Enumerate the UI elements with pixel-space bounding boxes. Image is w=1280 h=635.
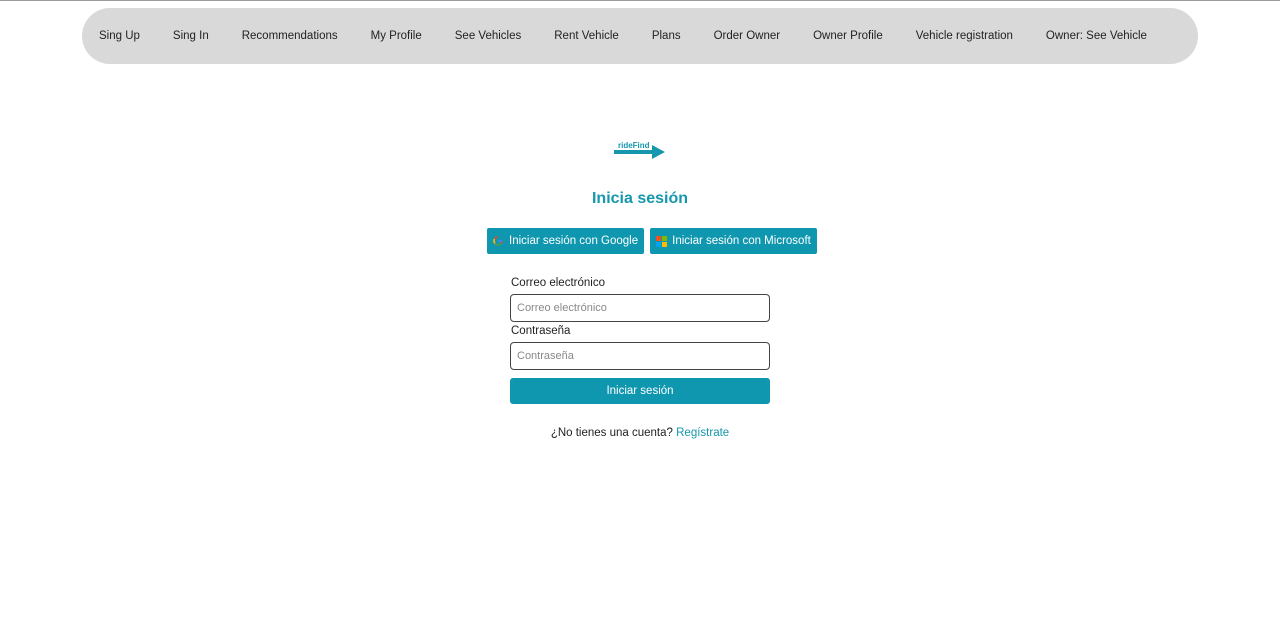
password-label: Contraseña [511,325,571,337]
logo-text: rideFind [618,141,650,150]
google-icon [493,236,503,246]
nav-item-owner-see-vehicle[interactable]: Owner: See Vehicle [1046,30,1147,42]
window-top-border [0,0,1280,1]
nav-item-recommendations[interactable]: Recommendations [242,30,338,42]
email-field[interactable] [510,294,770,322]
signup-prompt: ¿No tienes una cuenta? Regístrate [0,427,1280,439]
ridefind-logo: rideFind [612,139,668,163]
nav-item-plans[interactable]: Plans [652,30,681,42]
google-signin-button[interactable]: Iniciar sesión con Google [487,228,645,254]
nav-item-owner-profile[interactable]: Owner Profile [813,30,883,42]
nav-item-sign-up[interactable]: Sing Up [99,30,140,42]
page-title: Inicia sesión [591,190,689,207]
google-signin-label: Iniciar sesión con Google [509,235,639,247]
microsoft-signin-label: Iniciar sesión con Microsoft [672,235,811,247]
nav-item-sign-in[interactable]: Sing In [173,30,209,42]
sso-buttons: Iniciar sesión con Google Iniciar sesión… [487,228,817,254]
microsoft-icon [656,236,668,247]
nav-item-see-vehicles[interactable]: See Vehicles [455,30,522,42]
arrow-right-icon: rideFind [614,141,665,159]
signup-link[interactable]: Regístrate [676,427,729,439]
top-navbar: Sing Up Sing In Recommendations My Profi… [82,8,1198,64]
nav-item-vehicle-registration[interactable]: Vehicle registration [916,30,1013,42]
nav-item-order-owner[interactable]: Order Owner [714,30,780,42]
nav-item-rent-vehicle[interactable]: Rent Vehicle [554,30,619,42]
signin-submit-button[interactable]: Iniciar sesión [510,378,770,404]
email-label: Correo electrónico [511,277,605,289]
microsoft-signin-button[interactable]: Iniciar sesión con Microsoft [650,228,817,254]
nav-item-my-profile[interactable]: My Profile [371,30,422,42]
password-field[interactable] [510,342,770,370]
signup-prompt-text: ¿No tienes una cuenta? [550,427,673,439]
